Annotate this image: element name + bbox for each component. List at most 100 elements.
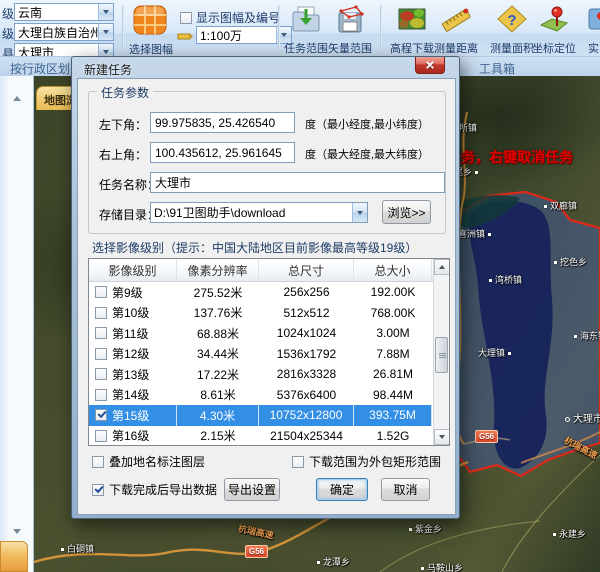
col-size[interactable]: 总尺寸 xyxy=(259,259,354,281)
top-right-unit: 度（最大经度,最大纬度） xyxy=(305,146,429,162)
close-icon[interactable] xyxy=(415,57,445,74)
bottom-left-label: 左下角： xyxy=(99,116,147,133)
level-row[interactable]: 第14级8.61米5376x640098.44M xyxy=(89,385,449,406)
task-range-button[interactable]: 任务范围 xyxy=(284,4,328,56)
level-checkbox[interactable] xyxy=(95,286,107,298)
region-tree-panel xyxy=(0,76,34,572)
level-checkbox[interactable] xyxy=(95,389,107,401)
level-table-body: 第9级275.52米256x256192.00K第10级137.76米512x5… xyxy=(89,282,449,446)
cancel-button[interactable]: 取消 xyxy=(381,478,430,501)
panel-scroll-down-icon[interactable] xyxy=(13,529,21,534)
dialog-title: 新建任务 xyxy=(84,61,132,78)
coordinate-locate-button[interactable]: 坐标定位 xyxy=(532,4,576,56)
scroll-thumb[interactable] xyxy=(435,337,448,373)
bounding-rect-checkbox[interactable]: 下载范围为外包矩形范围 xyxy=(292,453,441,471)
vector-range-button[interactable]: 矢量范围 xyxy=(328,4,372,56)
select-sheet-button[interactable] xyxy=(133,5,167,40)
map-marker-dot xyxy=(488,233,491,236)
map-label: 海东镇 xyxy=(571,329,600,342)
level-checkbox[interactable] xyxy=(95,348,107,360)
task-name-input[interactable]: 大理市 xyxy=(150,172,445,193)
col-level[interactable]: 影像级别 xyxy=(89,259,177,281)
map-marker-dot xyxy=(317,561,320,564)
level-select-caption: 选择影像级别（提示：中国大陆地区目前影像最高等级19级） xyxy=(92,239,417,256)
level-checkbox[interactable] xyxy=(95,327,107,339)
export-settings-button[interactable]: 导出设置 xyxy=(224,478,280,501)
level-table-header: 影像级别 像素分辨率 总尺寸 总大小 xyxy=(89,259,449,282)
map-pin-icon xyxy=(538,4,570,34)
road-badge-g56: G56 xyxy=(245,545,268,558)
map-marker-dot xyxy=(61,548,64,551)
chevron-down-icon[interactable] xyxy=(98,24,113,40)
scroll-up-button[interactable] xyxy=(434,259,450,275)
export-after-checkbox[interactable]: 下载完成后导出数据 xyxy=(92,481,217,499)
measure-area-button[interactable]: ? 测量面积 xyxy=(490,4,534,56)
map-label: 喜洲镇 xyxy=(458,227,494,240)
map-marker-dot xyxy=(489,279,492,282)
road-badge-g56: G56 xyxy=(475,430,498,443)
map-marker-dot xyxy=(409,528,412,531)
chevron-down-icon[interactable] xyxy=(98,4,113,20)
prefecture-select[interactable]: 大理白族自治州 xyxy=(14,23,114,41)
panel-scroll-up-icon[interactable] xyxy=(13,96,21,101)
level-table: 影像级别 像素分辨率 总尺寸 总大小 第9级275.52米256x256192.… xyxy=(88,258,450,446)
app-window: 所镇尾乡双廊镇喜洲镇挖色乡湾桥镇海东镇大理镇大理市紫金乡永建乡龙潭乡马鞍山乡白硐… xyxy=(0,0,600,572)
col-resolution[interactable]: 像素分辨率 xyxy=(177,259,259,281)
map-label: 龙潭乡 xyxy=(314,555,350,568)
clipped-tool-button[interactable]: 实 xyxy=(582,4,600,56)
checkbox-icon[interactable] xyxy=(92,456,104,468)
level-checkbox[interactable] xyxy=(95,307,107,319)
province-prefix-label: 级 xyxy=(2,5,14,22)
col-total[interactable]: 总大小 xyxy=(354,259,432,281)
browse-button[interactable]: 浏览>> xyxy=(382,200,431,224)
task-params-label: 任务参数 xyxy=(97,84,153,101)
level-row[interactable]: 第15级4.30米10752x12800393.75M xyxy=(89,405,449,426)
map-label: 紫金乡 xyxy=(406,522,442,535)
map-label: 马鞍山乡 xyxy=(418,561,463,572)
chevron-down-icon[interactable] xyxy=(352,203,367,222)
level-row[interactable]: 第11级68.88米1024x10243.00M xyxy=(89,323,449,344)
checkbox-icon[interactable] xyxy=(292,456,304,468)
clipped-tool-icon xyxy=(585,4,600,34)
map-marker-dot xyxy=(574,335,577,338)
region-row-prefecture: 级 大理白族自治州 xyxy=(0,23,114,41)
level-row[interactable]: 第12级34.44米1536x17927.88M xyxy=(89,344,449,365)
map-label: 永建乡 xyxy=(550,527,586,540)
level-checkbox[interactable] xyxy=(95,430,107,442)
map-marker-dot xyxy=(544,205,547,208)
level-row[interactable]: 第9级275.52米256x256192.00K xyxy=(89,282,449,303)
save-dir-select[interactable]: D:\91卫图助手\download xyxy=(150,202,368,223)
checkbox-icon[interactable] xyxy=(92,484,104,496)
bottom-panel-header[interactable] xyxy=(0,541,28,572)
select-sheet-label: 选择图幅 xyxy=(125,41,177,57)
measure-distance-button[interactable]: 测量距离 xyxy=(434,4,478,56)
top-right-label: 右上角： xyxy=(99,146,147,163)
checkbox-icon[interactable] xyxy=(180,12,192,24)
level-row[interactable]: 第10级137.76米512x512768.00K xyxy=(89,303,449,324)
map-marker-dot xyxy=(421,567,424,570)
scroll-down-button[interactable] xyxy=(434,429,450,445)
bottom-left-input[interactable]: 99.975835, 25.426540 xyxy=(150,112,295,133)
elevation-download-button[interactable]: 高程下载 xyxy=(390,4,434,56)
ok-button[interactable]: 确定 xyxy=(316,478,368,501)
level-checkbox[interactable] xyxy=(95,409,107,421)
level-row[interactable]: 第13级17.22米2816x332826.81M xyxy=(89,364,449,385)
svg-text:?: ? xyxy=(507,12,516,29)
table-scrollbar[interactable] xyxy=(433,259,449,445)
map-label: 所镇 xyxy=(459,121,477,134)
map-label: 大理市 xyxy=(562,410,600,425)
level-row[interactable]: 第16级2.15米21504x253441.52G xyxy=(89,426,449,447)
top-right-input[interactable]: 100.435612, 25.961645 xyxy=(150,142,295,163)
map-marker-dot xyxy=(508,352,511,355)
province-select[interactable]: 云南 xyxy=(14,3,114,21)
overlay-labels-checkbox[interactable]: 叠加地名标注图层 xyxy=(92,453,205,471)
map-marker-dot xyxy=(553,533,556,536)
show-grid-checkbox[interactable]: 显示图幅及编号 xyxy=(180,9,280,27)
level-checkbox[interactable] xyxy=(95,368,107,380)
new-task-dialog: 新建任务 任务参数 左下角： 99.975835, 25.426540 度（最小… xyxy=(71,56,460,519)
map-label: 双廊镇 xyxy=(541,199,577,212)
map-label: 挖色乡 xyxy=(551,255,587,268)
vector-range-save-icon xyxy=(334,4,366,34)
map-label: 湾桥镇 xyxy=(486,273,522,286)
measure-area-diamond-icon: ? xyxy=(496,4,528,34)
